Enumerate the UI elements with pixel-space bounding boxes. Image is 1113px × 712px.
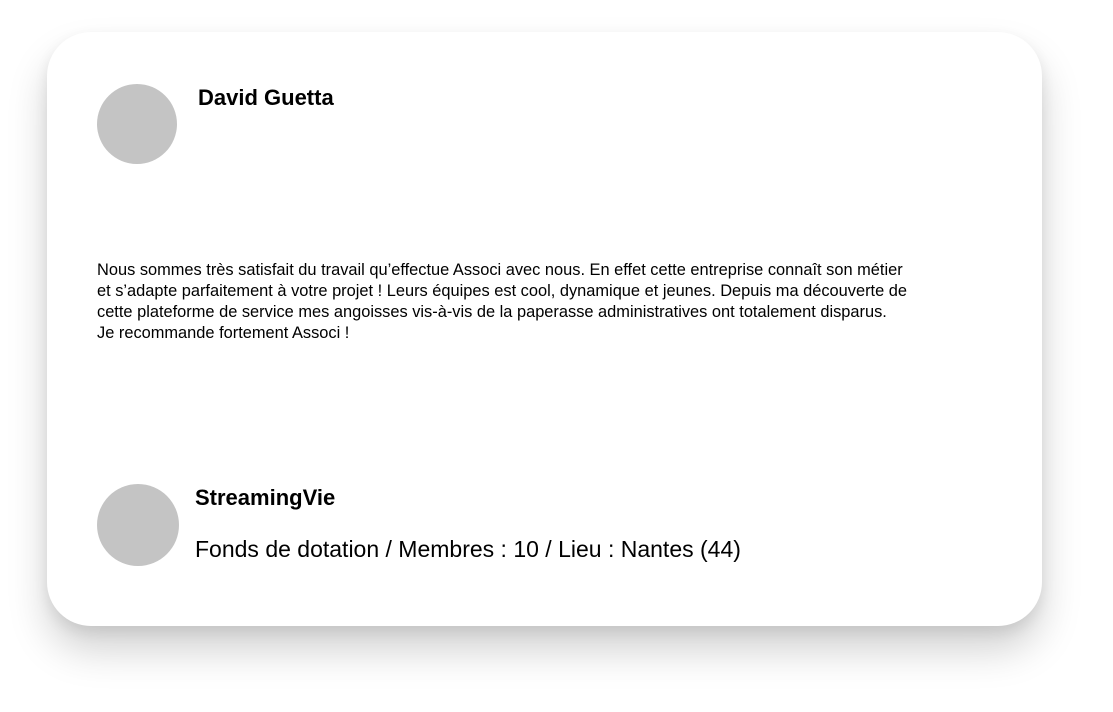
testimonial-text: Nous sommes très satisfait du travail qu… <box>97 260 997 344</box>
testimonial-card: David Guetta Nous sommes très satisfait … <box>47 32 1042 626</box>
page: David Guetta Nous sommes très satisfait … <box>0 0 1113 712</box>
testimonial-line: Je recommande fortement Associ ! <box>97 324 350 342</box>
organization-name: StreamingVie <box>195 485 336 510</box>
testimonial-line: et s’adapte parfaitement à votre projet … <box>97 282 908 300</box>
author-avatar <box>97 84 177 164</box>
testimonial-line: cette plateforme de service mes angoisse… <box>97 303 887 321</box>
testimonial-line: Nous sommes très satisfait du travail qu… <box>97 261 903 279</box>
organization-details: Fonds de dotation / Membres : 10 / Lieu … <box>195 536 741 562</box>
organization-avatar <box>97 484 179 566</box>
author-name: David Guetta <box>198 85 334 110</box>
